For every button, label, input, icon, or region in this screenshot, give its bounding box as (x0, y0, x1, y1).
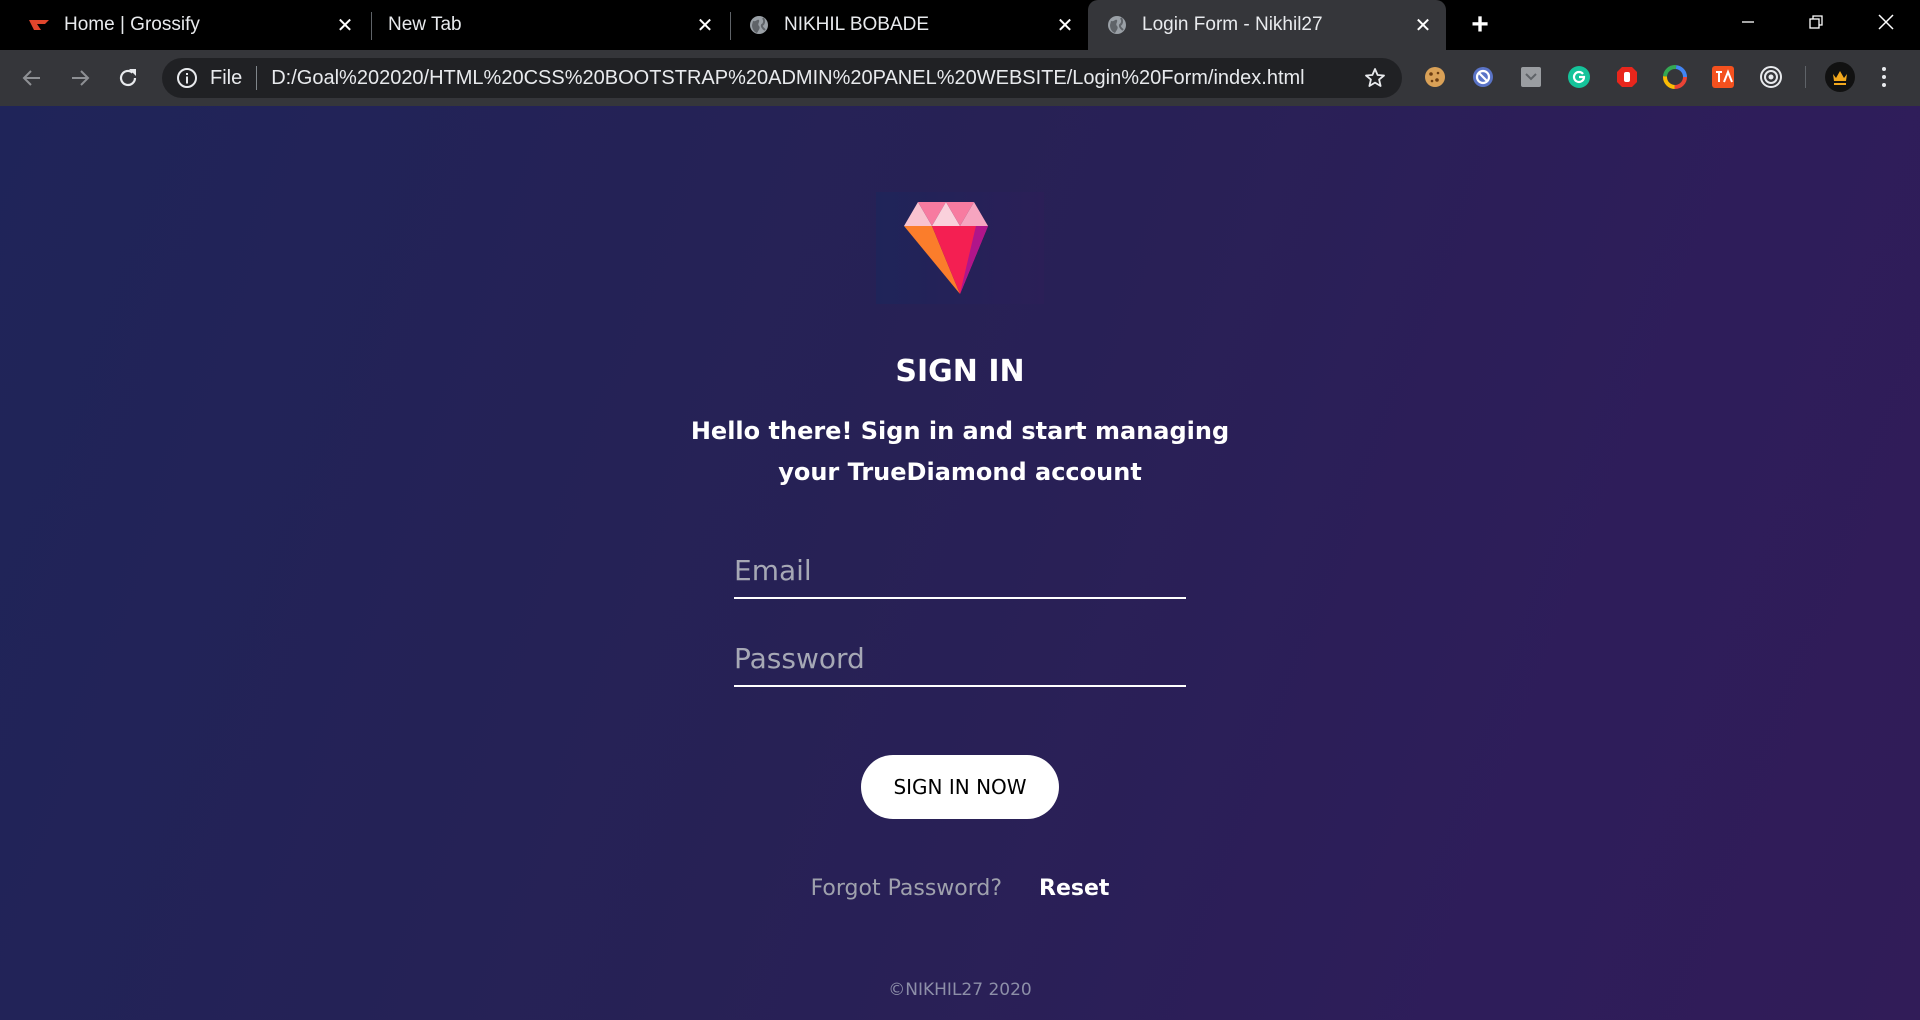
tab-login-form[interactable]: Login Form - Nikhil27 ✕ (1088, 0, 1446, 50)
tab-strip: Home | Grossify ✕ New Tab ✕ NIKHIL BOBAD… (0, 0, 1920, 50)
tab-grossify[interactable]: Home | Grossify ✕ (28, 0, 358, 50)
tab-title: NIKHIL BOBADE (784, 14, 930, 35)
grossify-icon (28, 14, 50, 36)
globe-icon (748, 14, 770, 36)
footer-copyright: ©NIKHIL27 2020 (888, 980, 1032, 1000)
color-wheel-icon[interactable] (1662, 64, 1688, 90)
globe-icon (1106, 14, 1128, 36)
account-links: Forgot Password? Reset (0, 876, 1920, 901)
blocker-icon[interactable] (1470, 64, 1496, 90)
avatar-icon[interactable] (1825, 62, 1855, 92)
new-tab-plus-icon[interactable]: + (1465, 8, 1495, 41)
diamond-logo (876, 192, 1044, 304)
menu-dots-icon[interactable] (1873, 62, 1895, 92)
forgot-password-label: Forgot Password? (810, 876, 1003, 901)
page-subtitle: Hello there! Sign in and start managing … (690, 417, 1230, 486)
address-bar[interactable]: File D:/Goal%202020/HTML%20CSS%20BOOTSTR… (162, 58, 1402, 98)
target-icon[interactable] (1758, 64, 1784, 90)
tab-new-tab[interactable]: New Tab ✕ (388, 0, 718, 50)
back-arrow-icon[interactable] (16, 62, 48, 94)
tab-title: Home | Grossify (64, 14, 200, 35)
tab-separator (371, 12, 372, 40)
forward-arrow-icon[interactable] (64, 62, 96, 94)
close-icon[interactable]: ✕ (1410, 12, 1436, 38)
close-icon[interactable]: ✕ (692, 12, 718, 38)
close-icon[interactable]: ✕ (332, 12, 358, 38)
pocket-icon[interactable] (1518, 64, 1544, 90)
grammarly-icon[interactable] (1566, 64, 1592, 90)
tab-title: Login Form - Nikhil27 (1142, 14, 1323, 35)
stop-hand-icon[interactable] (1614, 64, 1640, 90)
close-window-icon[interactable] (1852, 0, 1920, 44)
login-page: SIGN IN Hello there! Sign in and start m… (0, 106, 1920, 1020)
tab-nikhil-bobade[interactable]: NIKHIL BOBADE ✕ (748, 0, 1078, 50)
omnibox-divider (256, 66, 258, 90)
scheme-label: File (210, 66, 243, 89)
close-icon[interactable]: ✕ (1052, 12, 1078, 38)
sign-in-button[interactable]: SIGN IN NOW (861, 755, 1059, 819)
minimize-icon[interactable] (1714, 0, 1782, 44)
translate-icon[interactable] (1710, 64, 1736, 90)
reload-icon[interactable] (112, 62, 144, 94)
password-field[interactable] (734, 631, 1186, 687)
bookmark-star-icon[interactable] (1360, 63, 1390, 93)
toolbar-separator (1805, 66, 1806, 88)
restore-icon[interactable] (1782, 0, 1850, 44)
info-icon[interactable] (176, 67, 198, 89)
cookie-icon[interactable] (1422, 64, 1448, 90)
url-text[interactable]: D:/Goal%202020/HTML%20CSS%20BOOTSTRAP%20… (271, 67, 1360, 90)
email-field[interactable] (734, 543, 1186, 599)
tab-separator (730, 12, 731, 40)
tab-title: New Tab (388, 14, 462, 35)
page-title: SIGN IN (895, 354, 1025, 389)
browser-toolbar: File D:/Goal%202020/HTML%20CSS%20BOOTSTR… (0, 50, 1920, 106)
reset-link[interactable]: Reset (1039, 876, 1109, 901)
